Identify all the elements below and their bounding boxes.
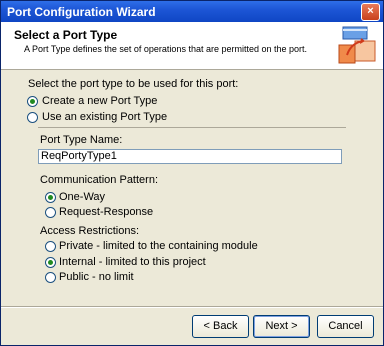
- private-access-radio[interactable]: [45, 241, 56, 252]
- port-wizard-graphic: [338, 26, 376, 64]
- port-type-prompt: Select the port type to be used for this…: [28, 78, 239, 90]
- one-way-label[interactable]: One-Way: [59, 191, 105, 203]
- window-title: Port Configuration Wizard: [7, 5, 156, 19]
- access-restrictions-label: Access Restrictions:: [40, 225, 140, 237]
- internal-access-label[interactable]: Internal - limited to this project: [59, 256, 206, 268]
- back-button[interactable]: < Back: [192, 315, 249, 338]
- use-existing-port-type-radio[interactable]: [27, 112, 38, 123]
- cancel-button[interactable]: Cancel: [317, 315, 374, 338]
- port-type-name-label: Port Type Name:: [40, 134, 123, 146]
- wizard-window: Port Configuration Wizard × Select a Por…: [0, 0, 384, 346]
- title-bar[interactable]: Port Configuration Wizard ×: [1, 1, 383, 22]
- request-response-radio[interactable]: [45, 207, 56, 218]
- one-way-radio[interactable]: [45, 192, 56, 203]
- communication-pattern-label: Communication Pattern:: [40, 174, 158, 186]
- page-title: Select a Port Type: [14, 28, 118, 42]
- footer-divider-highlight: [1, 307, 383, 308]
- close-icon[interactable]: ×: [361, 3, 380, 21]
- request-response-label[interactable]: Request-Response: [59, 206, 153, 218]
- create-new-port-type-radio[interactable]: [27, 96, 38, 107]
- internal-access-radio[interactable]: [45, 257, 56, 268]
- public-access-label[interactable]: Public - no limit: [59, 271, 134, 283]
- public-access-radio[interactable]: [45, 272, 56, 283]
- page-description: A Port Type defines the set of operation…: [24, 44, 308, 54]
- private-access-label[interactable]: Private - limited to the containing modu…: [59, 240, 258, 252]
- section-divider: [38, 127, 346, 128]
- use-existing-port-type-label[interactable]: Use an existing Port Type: [42, 111, 167, 123]
- next-button[interactable]: Next >: [253, 315, 310, 338]
- port-type-name-input[interactable]: ReqPortyType1: [38, 149, 342, 164]
- create-new-port-type-label[interactable]: Create a new Port Type: [42, 95, 157, 107]
- wizard-header: Select a Port Type A Port Type defines t…: [1, 22, 383, 70]
